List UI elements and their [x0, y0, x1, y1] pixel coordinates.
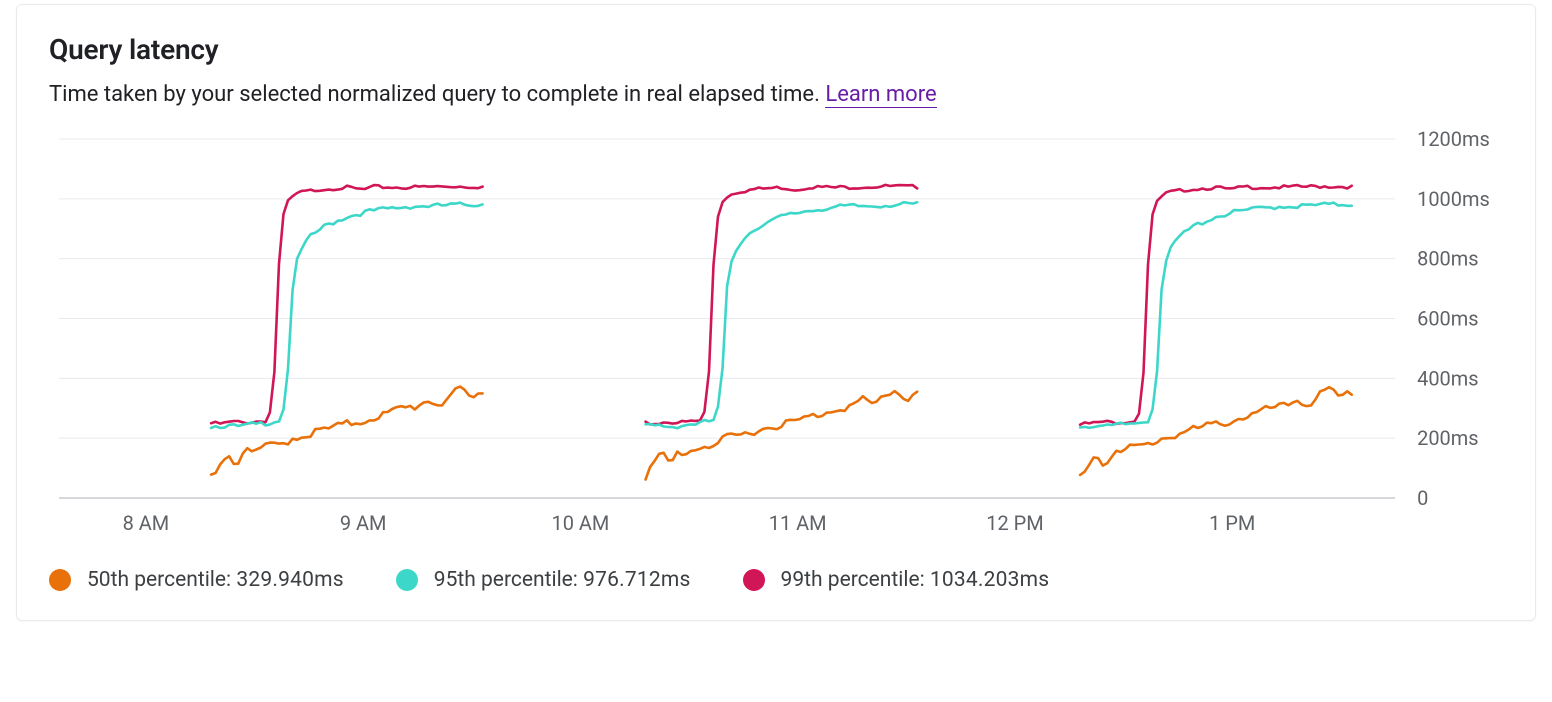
svg-text:11 AM: 11 AM [769, 511, 827, 535]
svg-text:9 AM: 9 AM [340, 511, 387, 535]
svg-text:10 AM: 10 AM [552, 511, 610, 535]
svg-text:800ms: 800ms [1417, 247, 1478, 271]
legend-item-p50: 50th percentile: 329.940ms [49, 568, 344, 592]
series-p95-seg1 [646, 202, 918, 428]
legend-value-p99: 1034.203ms [930, 568, 1049, 592]
svg-text:0: 0 [1417, 486, 1428, 510]
series-p50-seg2 [1080, 387, 1352, 475]
legend-name-p50: 50th percentile: [87, 568, 231, 592]
latency-chart: 0200ms400ms600ms800ms1000ms1200ms8 AM9 A… [49, 135, 1503, 550]
series-p95-seg0 [211, 203, 483, 428]
legend-value-p50: 329.940ms [236, 568, 343, 592]
legend-name-p95: 95th percentile: [434, 568, 578, 592]
legend-item-p95: 95th percentile: 976.712ms [396, 568, 691, 592]
latency-card: Query latency Time taken by your selecte… [16, 4, 1536, 621]
series-p99-seg0 [211, 185, 483, 424]
legend-dot-p99 [743, 569, 765, 591]
svg-text:1200ms: 1200ms [1417, 127, 1490, 151]
svg-text:200ms: 200ms [1417, 426, 1478, 450]
legend-label-p99: 99th percentile: 1034.203ms [781, 568, 1050, 592]
series-p50-seg1 [646, 391, 918, 479]
legend-item-p99: 99th percentile: 1034.203ms [743, 568, 1050, 592]
svg-text:8 AM: 8 AM [123, 511, 170, 535]
legend-dot-p50 [49, 569, 71, 591]
learn-more-link[interactable]: Learn more [825, 82, 936, 108]
svg-text:1 PM: 1 PM [1209, 511, 1255, 535]
legend-label-p95: 95th percentile: 976.712ms [434, 568, 691, 592]
chart-legend: 50th percentile: 329.940ms 95th percenti… [49, 568, 1503, 592]
svg-text:1000ms: 1000ms [1417, 187, 1490, 211]
series-p50-seg0 [211, 387, 483, 475]
legend-value-p95: 976.712ms [583, 568, 690, 592]
svg-text:12 PM: 12 PM [986, 511, 1043, 535]
svg-text:400ms: 400ms [1417, 366, 1478, 390]
svg-text:600ms: 600ms [1417, 306, 1478, 330]
chart-svg: 0200ms400ms600ms800ms1000ms1200ms8 AM9 A… [49, 135, 1503, 550]
legend-label-p50: 50th percentile: 329.940ms [87, 568, 344, 592]
subtitle-text: Time taken by your selected normalized q… [49, 82, 825, 107]
card-title: Query latency [49, 33, 1503, 66]
series-p95-seg2 [1080, 203, 1352, 428]
series-p99-seg2 [1080, 185, 1352, 425]
series-p99-seg1 [646, 185, 918, 425]
legend-name-p99: 99th percentile: [781, 568, 925, 592]
card-subtitle: Time taken by your selected normalized q… [49, 82, 1503, 107]
legend-dot-p95 [396, 569, 418, 591]
